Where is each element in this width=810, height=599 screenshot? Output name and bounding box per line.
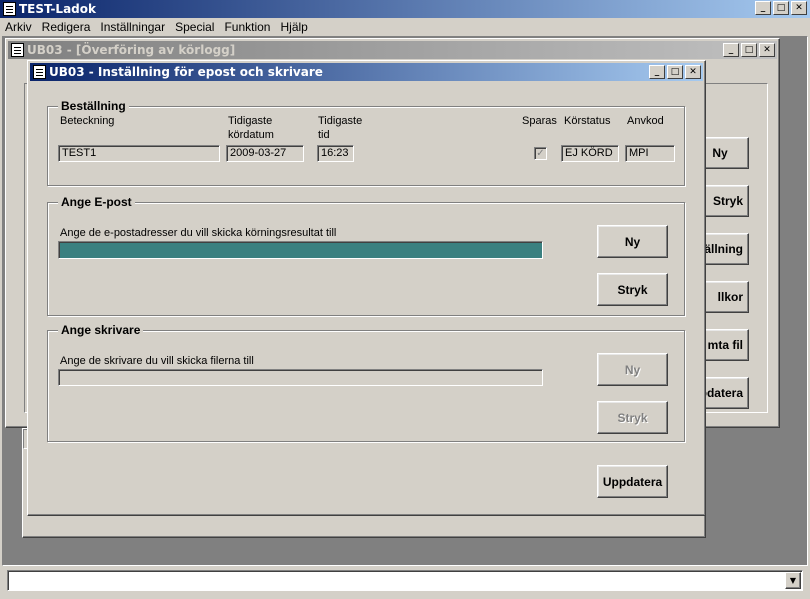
group-epost-label: Ange E-post xyxy=(58,195,135,209)
menu-installningar[interactable]: Inställningar xyxy=(95,19,170,35)
minimize-icon[interactable]: _ xyxy=(723,43,739,57)
col-korstatus: Körstatus xyxy=(564,115,611,127)
skrivare-instruction: Ange de skrivare du vill skicka filerna … xyxy=(60,355,254,367)
close-icon[interactable]: ✕ xyxy=(759,43,775,57)
epost-stryk-button[interactable]: Stryk xyxy=(597,273,668,306)
close-icon[interactable]: ✕ xyxy=(685,65,701,79)
maximize-icon[interactable]: □ xyxy=(741,43,757,57)
minimize-icon[interactable]: _ xyxy=(649,65,665,79)
menu-arkiv[interactable]: Arkiv xyxy=(0,19,37,35)
epost-list[interactable] xyxy=(58,241,543,259)
chevron-down-icon[interactable]: ▼ xyxy=(785,572,801,589)
window-icon xyxy=(11,43,24,57)
tid-field[interactable]: 16:23 xyxy=(317,145,354,162)
menu-special[interactable]: Special xyxy=(170,19,219,35)
app-icon xyxy=(3,2,16,16)
korlogg-title: UB03 - [Överföring av körlogg] xyxy=(27,43,236,57)
col-kordatum-2: kördatum xyxy=(228,129,274,141)
kordatum-field[interactable]: 2009-03-27 xyxy=(226,145,304,162)
app-title: TEST-Ladok xyxy=(19,2,96,16)
korlogg-titlebar: UB03 - [Överföring av körlogg] _ □ ✕ xyxy=(8,41,777,59)
maximize-icon[interactable]: □ xyxy=(667,65,683,79)
menu-funktion[interactable]: Funktion xyxy=(219,19,275,35)
group-skrivare: Ange skrivare xyxy=(47,323,685,442)
group-epost: Ange E-post xyxy=(47,195,685,316)
dialog-epost-skrivare: UB03 - Inställning för epost och skrivar… xyxy=(27,60,706,516)
col-beteckning: Beteckning xyxy=(60,115,115,127)
col-tid-1: Tidigaste xyxy=(318,115,363,127)
menu-redigera[interactable]: Redigera xyxy=(37,19,96,35)
beteckning-field[interactable]: TEST1 xyxy=(58,145,220,162)
col-sparas: Sparas xyxy=(522,115,557,127)
epost-instruction: Ange de e-postadresser du vill skicka kö… xyxy=(60,227,337,239)
group-skrivare-label: Ange skrivare xyxy=(58,323,144,337)
group-bestallning-label: Beställning xyxy=(58,99,129,113)
sparas-checkbox[interactable]: ✓ xyxy=(534,147,547,160)
skrivare-list[interactable] xyxy=(58,369,543,386)
status-combo[interactable]: ▼ xyxy=(7,570,803,591)
app-titlebar: TEST-Ladok _ □ ✕ xyxy=(0,0,810,18)
close-icon[interactable]: ✕ xyxy=(791,1,807,15)
epost-ny-button[interactable]: Ny xyxy=(597,225,668,258)
col-anvkod: Anvkod xyxy=(627,115,664,127)
maximize-icon[interactable]: □ xyxy=(773,1,789,15)
window-icon xyxy=(33,65,46,79)
menu-hjalp[interactable]: Hjälp xyxy=(275,19,312,35)
minimize-icon[interactable]: _ xyxy=(755,1,771,15)
skrivare-stryk-button[interactable]: Stryk xyxy=(597,401,668,434)
col-tid-2: tid xyxy=(318,129,330,141)
anvkod-field: MPI xyxy=(625,145,675,162)
korstatus-field: EJ KÖRD xyxy=(561,145,619,162)
col-kordatum-1: Tidigaste xyxy=(228,115,273,127)
dialog-titlebar: UB03 - Inställning för epost och skrivar… xyxy=(30,63,703,81)
uppdatera-button[interactable]: Uppdatera xyxy=(597,465,668,498)
dialog-title: UB03 - Inställning för epost och skrivar… xyxy=(49,65,323,79)
skrivare-ny-button[interactable]: Ny xyxy=(597,353,668,386)
menubar: Arkiv Redigera Inställningar Special Fun… xyxy=(0,19,810,35)
